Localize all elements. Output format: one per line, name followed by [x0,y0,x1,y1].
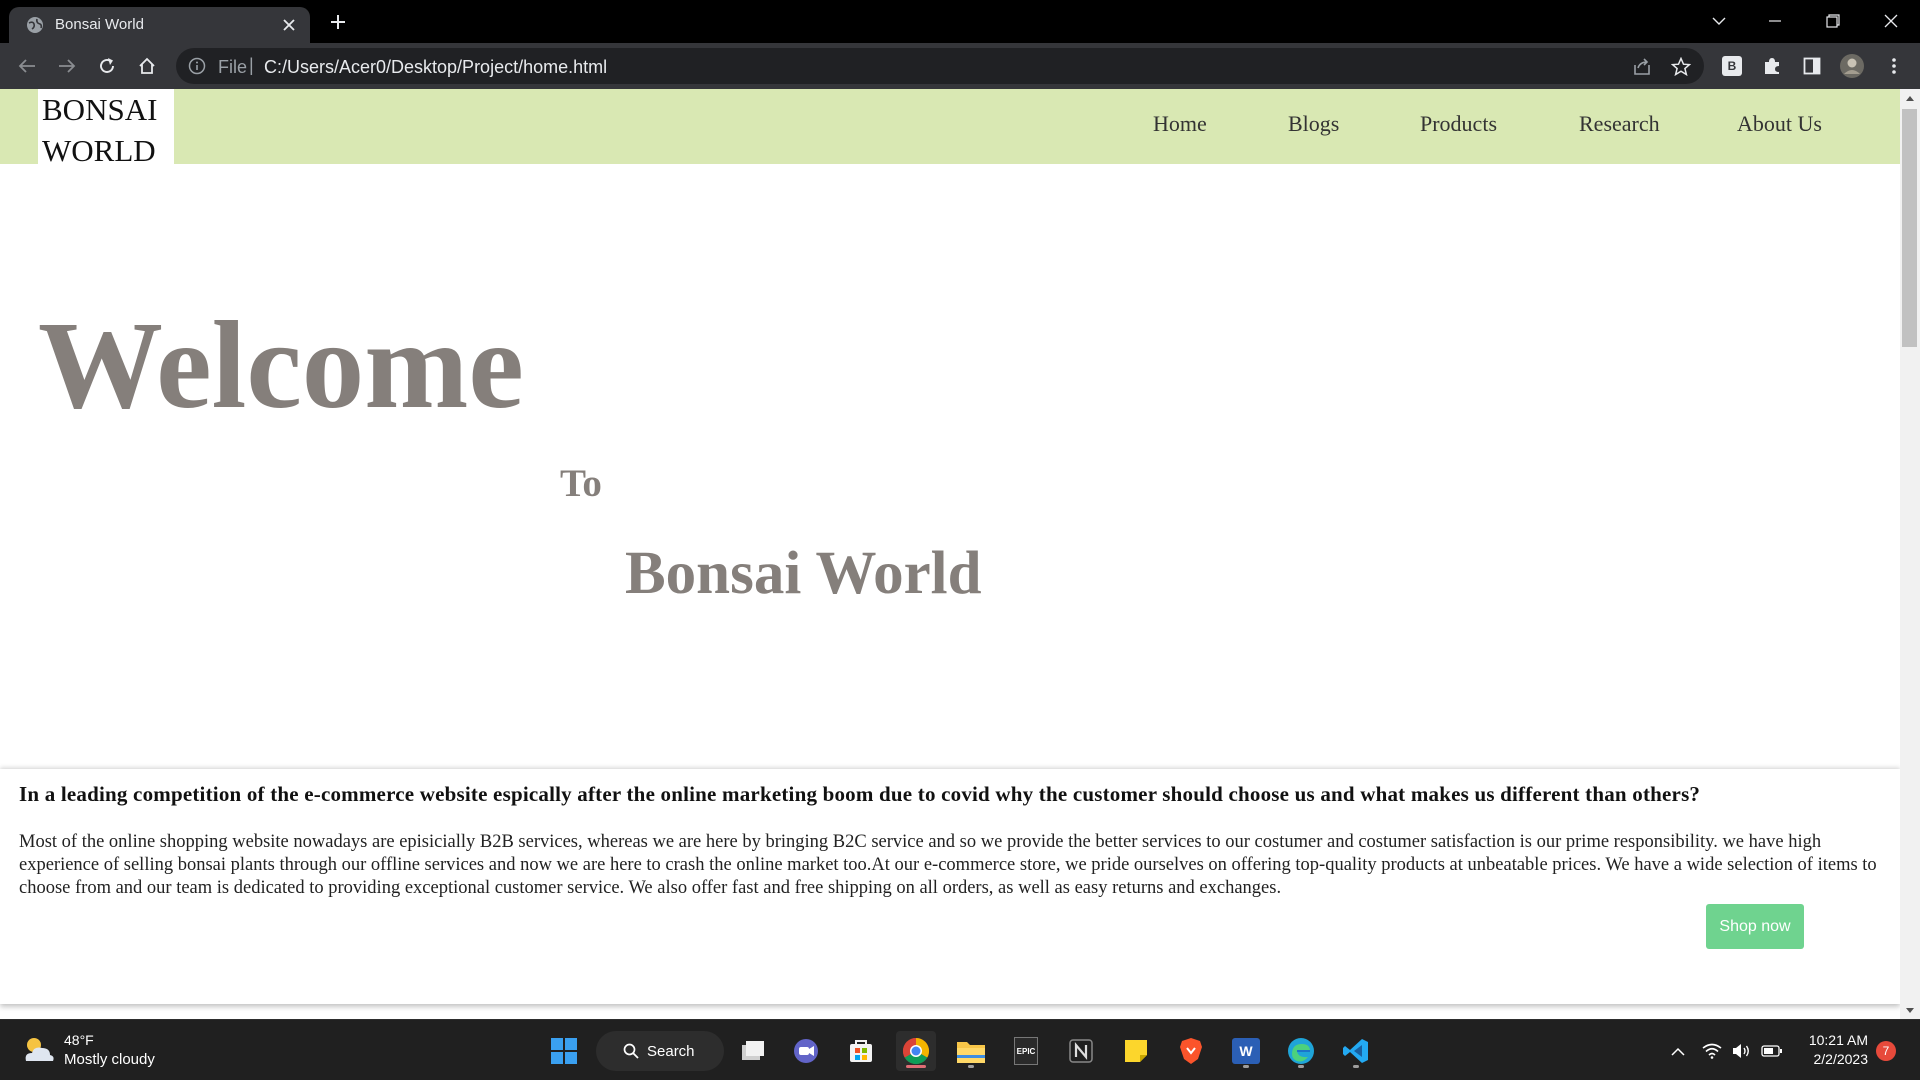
edge-running-indicator [1298,1065,1304,1068]
nav-link-products[interactable]: Products [1420,111,1497,137]
wifi-icon[interactable] [1700,1039,1724,1063]
close-window-icon[interactable] [1868,6,1914,36]
microsoft-store-icon[interactable] [841,1031,881,1071]
info-icon[interactable] [188,57,206,75]
search-label: Search [647,1042,695,1060]
url-separator: | [249,55,254,75]
task-view-icon[interactable] [733,1031,773,1071]
taskbar-search-button[interactable]: Search [596,1031,724,1071]
home-icon[interactable] [133,52,161,80]
logo-line-2: WORLD [42,133,156,168]
bookmark-star-icon[interactable] [1669,55,1693,79]
forward-arrow-icon[interactable] [53,52,81,80]
notion-icon[interactable] [1061,1031,1101,1071]
profile-avatar-icon[interactable] [1838,52,1866,80]
restore-icon[interactable] [1810,6,1856,36]
section-title: In a leading competition of the e-commer… [19,782,1701,806]
weather-cloudy-icon[interactable] [20,1033,56,1067]
clock-time[interactable]: 10:21 AM [1806,1032,1868,1048]
nav-link-home[interactable]: Home [1153,111,1207,137]
extension-b-icon[interactable]: B [1718,52,1746,80]
chrome-active-indicator [906,1065,926,1068]
battery-icon[interactable] [1760,1039,1784,1063]
vscode-running-indicator [1353,1065,1359,1068]
explorer-running-indicator [968,1065,974,1068]
logo-line-1: BONSAI [42,92,158,127]
share-icon[interactable] [1630,55,1654,79]
epic-games-label: EPIC [1014,1037,1038,1065]
file-explorer-icon[interactable] [951,1031,991,1071]
globe-icon [25,15,45,35]
tab-search-chevron-icon[interactable] [1696,6,1742,36]
weather-description[interactable]: Mostly cloudy [64,1051,155,1068]
hero-site-name-heading: Bonsai World [625,540,982,607]
browser-toolbar: File | C:/Users/Acer0/Desktop/Project/ho… [0,43,1920,89]
search-icon [623,1043,639,1059]
microsoft-edge-icon[interactable] [1281,1031,1321,1071]
close-tab-icon[interactable] [279,15,299,35]
word-label: W [1232,1038,1260,1064]
word-running-indicator [1243,1065,1249,1068]
back-arrow-icon[interactable] [13,52,41,80]
url-scheme-label: File [218,57,248,77]
windows-taskbar: 48°F Mostly cloudy Search EPIC W 10:21 A… [0,1019,1920,1080]
vscode-icon[interactable] [1336,1031,1376,1071]
show-hidden-icons-chevron-icon[interactable] [1666,1039,1690,1063]
extensions-puzzle-icon[interactable] [1758,52,1786,80]
scrollbar-thumb[interactable] [1902,109,1917,347]
page-viewport: BONSAI WORLD Home Blogs Products Researc… [0,89,1920,1019]
windows-start-icon[interactable] [544,1031,584,1071]
volume-icon[interactable] [1729,1039,1753,1063]
url-text[interactable]: C:/Users/Acer0/Desktop/Project/home.html [264,57,607,78]
epic-games-icon[interactable]: EPIC [1006,1031,1046,1071]
site-header: BONSAI WORLD Home Blogs Products Researc… [0,89,1900,168]
browser-tab-strip: Bonsai World [0,0,1920,43]
reload-icon[interactable] [93,52,121,80]
weather-temperature[interactable]: 48°F [64,1032,94,1048]
brave-browser-icon[interactable] [1171,1031,1211,1071]
why-choose-us-section: In a leading competition of the e-commer… [0,769,1900,1004]
sticky-notes-icon[interactable] [1116,1031,1156,1071]
shop-now-button[interactable]: Shop now [1706,904,1804,949]
tab-title: Bonsai World [55,16,144,33]
side-panel-icon[interactable] [1798,52,1826,80]
scroll-down-arrow-icon[interactable] [1900,1002,1920,1019]
teams-chat-icon[interactable] [786,1031,826,1071]
site-logo[interactable]: BONSAI WORLD [38,89,174,168]
address-bar[interactable]: File | C:/Users/Acer0/Desktop/Project/ho… [176,48,1704,84]
hero-welcome-heading: Welcome [38,297,524,435]
nav-link-blogs[interactable]: Blogs [1288,111,1339,137]
nav-link-research[interactable]: Research [1579,111,1660,137]
extension-b-label: B [1722,56,1742,76]
nav-link-about-us[interactable]: About Us [1737,111,1822,137]
browser-tab[interactable]: Bonsai World [9,7,310,43]
notification-badge[interactable]: 7 [1876,1041,1896,1061]
section-body: Most of the online shopping website nowa… [19,832,1877,898]
hero-to-heading: To [560,462,602,505]
new-tab-icon[interactable] [326,10,350,34]
clock-date[interactable]: 2/2/2023 [1800,1051,1869,1067]
minimize-icon[interactable] [1752,6,1798,36]
browser-menu-icon[interactable] [1880,52,1908,80]
scroll-up-arrow-icon[interactable] [1900,89,1920,106]
microsoft-word-icon[interactable]: W [1226,1031,1266,1071]
chrome-icon[interactable] [896,1031,936,1071]
page-scrollbar[interactable] [1900,89,1920,1019]
